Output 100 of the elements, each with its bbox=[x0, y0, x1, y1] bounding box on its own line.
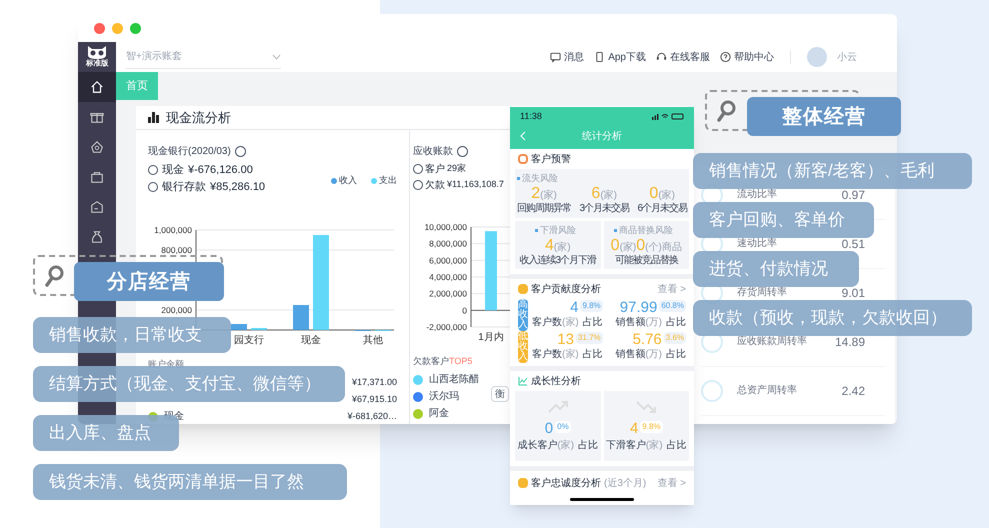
stat-value: 0 bbox=[649, 186, 658, 202]
section-heading: 现金银行(2020/03) bbox=[148, 144, 231, 158]
section-heading: 欠款客户TOP5 bbox=[413, 354, 472, 368]
stat-value: 5.76 bbox=[632, 332, 662, 347]
metric-icon bbox=[701, 380, 723, 402]
customer-name: 沃尔玛 bbox=[429, 390, 459, 404]
bar bbox=[293, 304, 309, 330]
stat-caption: 可能被竞品替换 bbox=[614, 254, 678, 267]
customer-name: 山西老陈醋 bbox=[429, 372, 479, 387]
status-time: 11:38 bbox=[520, 110, 542, 123]
calendar-icon bbox=[518, 478, 528, 488]
user-name: 小云 bbox=[837, 50, 857, 64]
header-link[interactable]: App下载 bbox=[594, 50, 646, 64]
callout-item: 收款（预收，现款，欠款收回） bbox=[693, 300, 972, 336]
bullet-icon bbox=[614, 228, 617, 232]
box-label: 商品替换风险 bbox=[618, 224, 673, 237]
legend-label: 收入 bbox=[339, 174, 357, 187]
stat-caption: 销售额(万) bbox=[615, 316, 662, 330]
share-badge: 9.8% bbox=[580, 300, 603, 312]
home-indicator bbox=[570, 498, 634, 501]
bar-chart-icon bbox=[148, 112, 160, 123]
stat-caption: 3个月未交易 bbox=[579, 203, 629, 216]
metric-label: 应收账款周转率 bbox=[737, 337, 807, 347]
y-tick-label: 6,000,000 bbox=[429, 254, 467, 265]
help-icon bbox=[720, 51, 731, 63]
stat-caption: 回购周期异常 bbox=[517, 203, 571, 216]
unit-label: (家) bbox=[658, 188, 675, 202]
gift-icon bbox=[90, 110, 104, 124]
legend-label: 支出 bbox=[379, 174, 397, 187]
metric-value: 14.89 bbox=[834, 336, 865, 348]
share-badge: 3.6% bbox=[664, 332, 686, 344]
stat-value: 2 bbox=[531, 186, 540, 202]
person-icon bbox=[413, 164, 423, 174]
share-badge: 0% bbox=[555, 421, 571, 433]
category-label: 1月内 bbox=[478, 332, 504, 342]
y-tick-label: 800,000 bbox=[161, 244, 192, 254]
metric-label: 流动比率 bbox=[737, 190, 777, 200]
unit-label: (家) bbox=[554, 240, 571, 254]
line-label: 客户 bbox=[425, 162, 445, 176]
unit-label: (家) bbox=[600, 188, 617, 202]
metric-value: 2.42 bbox=[842, 385, 865, 397]
bag-icon bbox=[90, 170, 104, 184]
owl-logo-icon bbox=[87, 46, 107, 58]
customer-name: 阿金 bbox=[429, 407, 449, 421]
stat-value: 4 bbox=[544, 238, 554, 254]
line-label: 银行存款 bbox=[162, 180, 206, 195]
line-label: 现金 bbox=[162, 162, 184, 178]
share-label: 占比 bbox=[666, 348, 686, 362]
chevron-down-icon bbox=[272, 54, 281, 60]
callout-title: 整体经营 bbox=[747, 97, 901, 136]
building-icon bbox=[90, 200, 104, 214]
home-icon bbox=[90, 80, 104, 94]
alarm-icon bbox=[518, 154, 528, 164]
callout-item: 客户回购、客单价 bbox=[693, 202, 874, 238]
trend-down-icon bbox=[636, 399, 656, 415]
stat-value: 0 bbox=[636, 238, 646, 254]
phone-icon bbox=[594, 51, 606, 63]
y-tick-label: 4,000,000 bbox=[429, 272, 467, 282]
share-badge: 60.8% bbox=[659, 300, 686, 312]
account-amount: ¥67,915.10 bbox=[352, 392, 397, 406]
account-amount: ¥17,371.00 bbox=[352, 376, 397, 389]
header-link[interactable]: 消息 bbox=[550, 50, 584, 64]
share-badge: 31.7% bbox=[576, 332, 603, 344]
account-amount: ¥-681,620… bbox=[347, 410, 397, 423]
share-label: 占比 bbox=[666, 316, 686, 330]
metric-label: 存货周转率 bbox=[737, 288, 787, 298]
section-title: 客户忠诚度分析 bbox=[531, 476, 601, 490]
card-title: 现金流分析 bbox=[166, 108, 231, 126]
stat-value: 0 bbox=[610, 238, 620, 254]
amount-value: 29家 bbox=[447, 162, 466, 176]
stat-caption: 下滑客户(家) bbox=[606, 438, 663, 453]
sidebar-item[interactable] bbox=[78, 72, 116, 102]
share-badge: 9.8% bbox=[640, 421, 663, 433]
stat-caption: 6个月未交易 bbox=[637, 203, 687, 216]
status-icons bbox=[652, 113, 684, 120]
metric-value: 0.51 bbox=[842, 238, 865, 250]
sack-icon bbox=[413, 180, 423, 190]
share-label: 占比 bbox=[582, 316, 603, 330]
help-icon[interactable] bbox=[457, 146, 468, 156]
section-heading: 应收账款 bbox=[413, 144, 453, 158]
stat-caption: 收入连续3个月下滑 bbox=[519, 254, 596, 267]
line-label: 欠款 bbox=[425, 178, 445, 192]
income-tag: 低收入 bbox=[518, 331, 528, 363]
header-link[interactable]: 在线客服 bbox=[656, 50, 710, 64]
stat-value: 13 bbox=[557, 332, 574, 347]
section-title: 成长性分析 bbox=[531, 374, 581, 388]
unit-label: (家) bbox=[620, 240, 636, 254]
bank-icon bbox=[148, 182, 158, 192]
medal-icon bbox=[518, 284, 528, 294]
header-link[interactable]: 帮助中心 bbox=[720, 50, 774, 64]
help-icon[interactable] bbox=[234, 146, 246, 156]
y-tick-label: 0 bbox=[462, 304, 467, 315]
callout-item: 销售收款，日常收支 bbox=[33, 317, 231, 353]
trend-up-icon bbox=[548, 399, 568, 415]
share-label: 占比 bbox=[582, 348, 603, 362]
unit-label: (家) bbox=[540, 188, 557, 202]
metric-label: 速动比率 bbox=[737, 239, 777, 249]
category-label: 园支行 bbox=[234, 334, 264, 346]
bullet-icon bbox=[517, 177, 520, 180]
filter-button[interactable]: 衡 bbox=[491, 386, 509, 402]
